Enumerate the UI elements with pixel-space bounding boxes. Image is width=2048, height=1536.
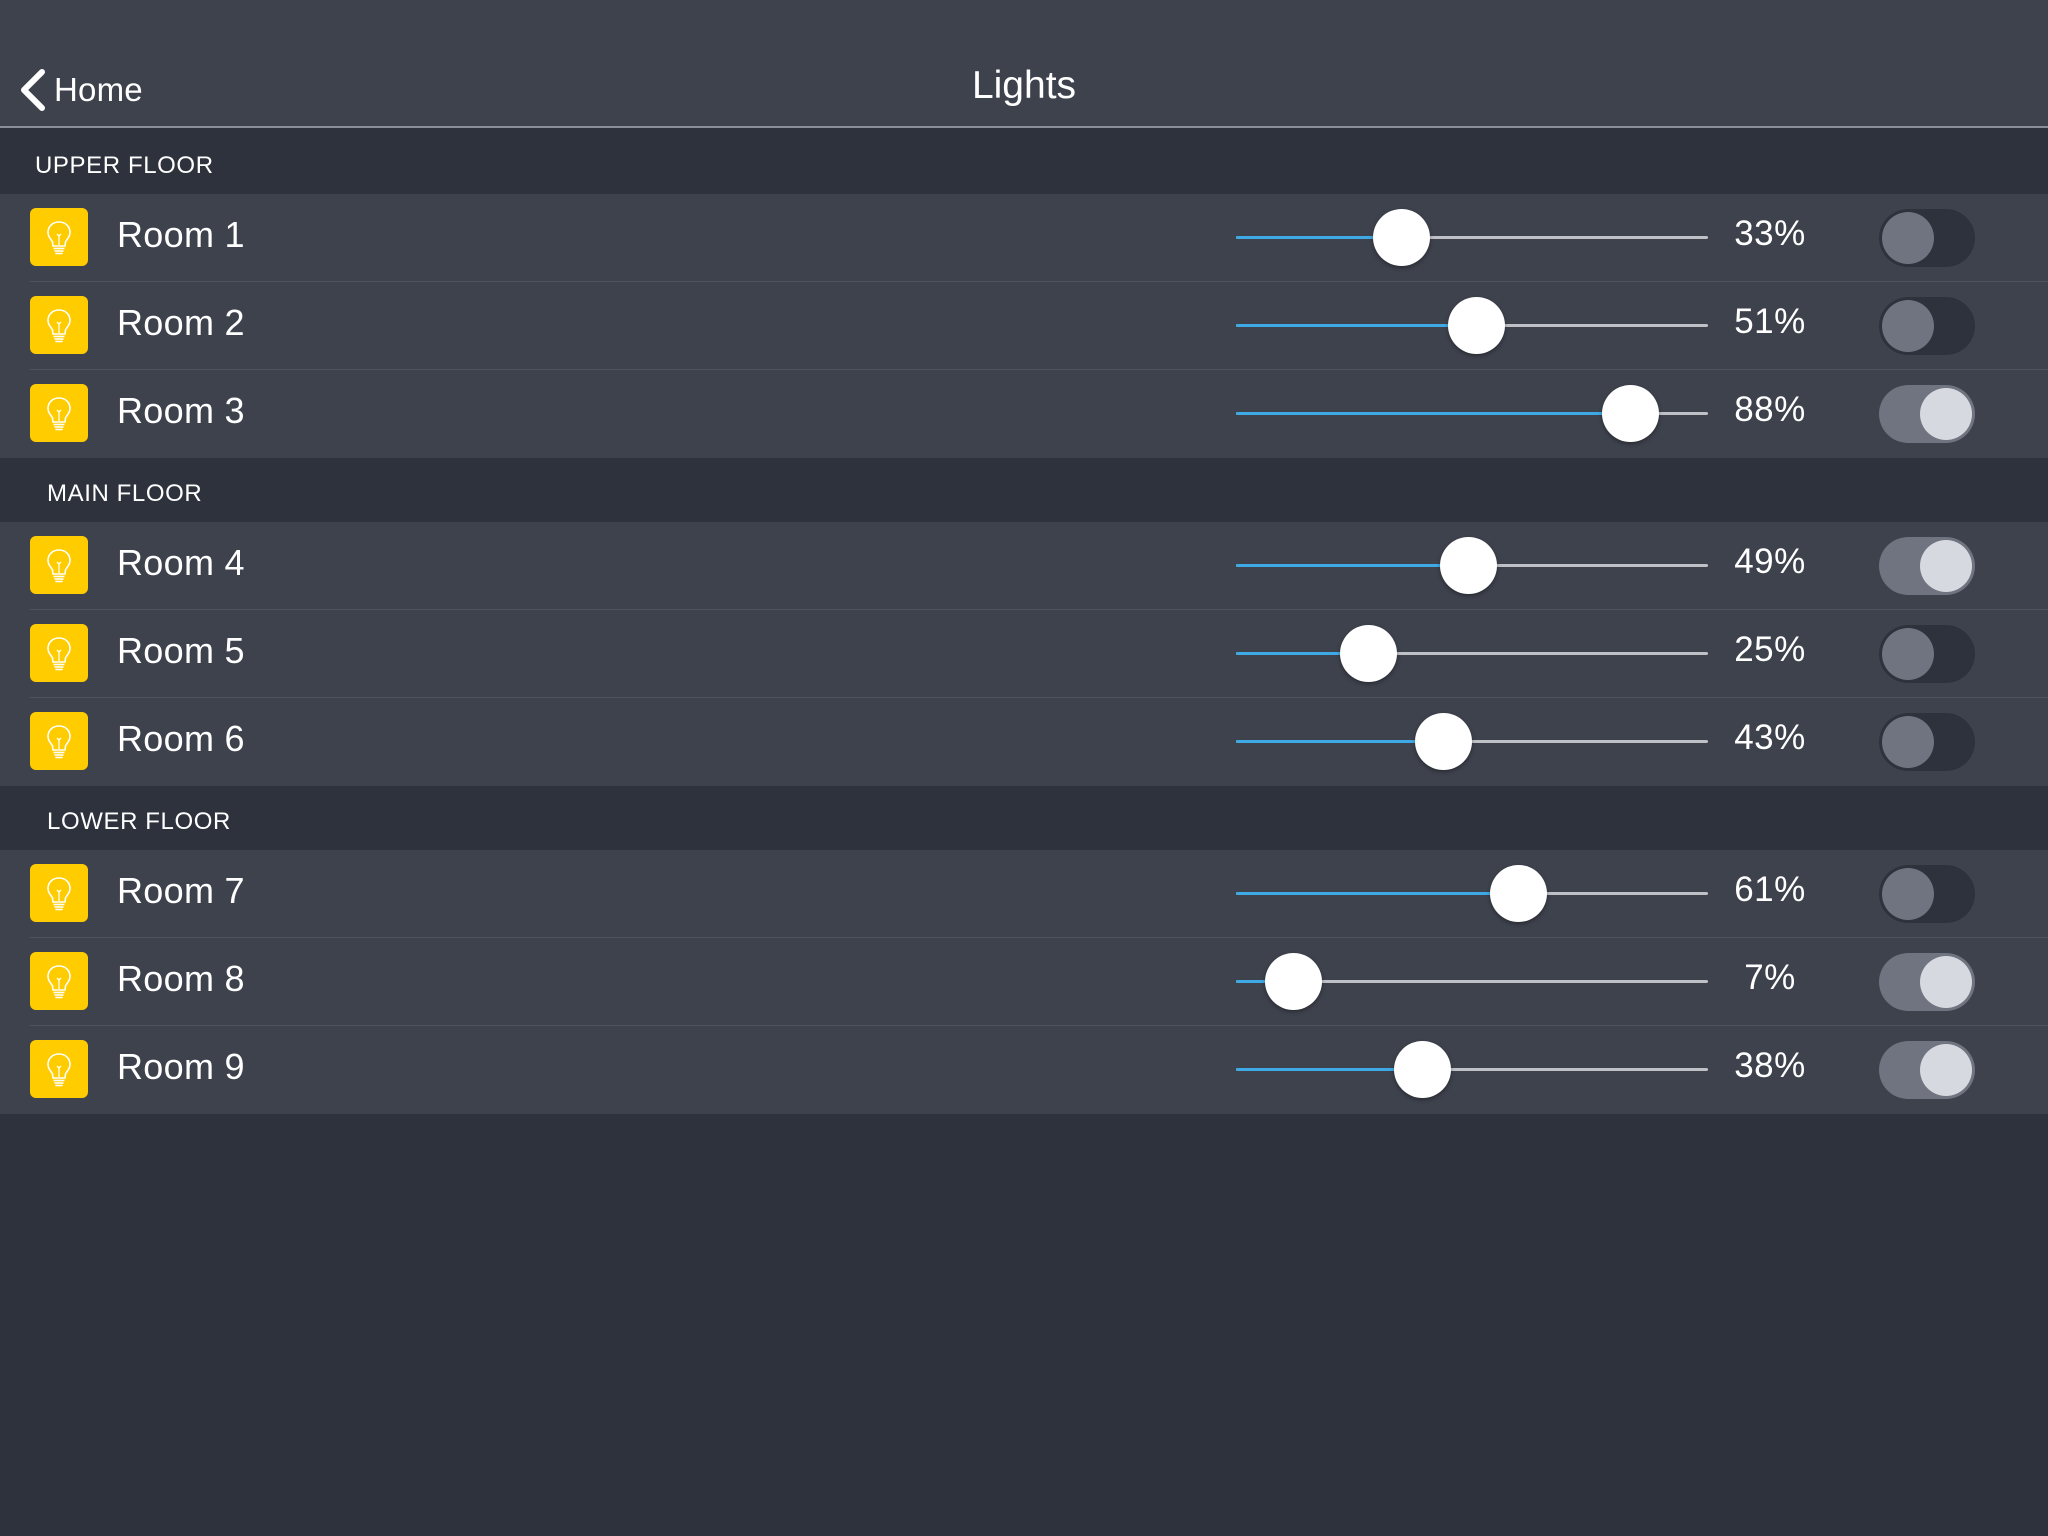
lightbulb-glyph: [47, 221, 71, 255]
brightness-slider[interactable]: [1236, 1040, 1708, 1098]
room-group-lower-floor: Room 7 61% Room 8 7% Room 9 38%: [0, 850, 2048, 1114]
power-toggle[interactable]: [1879, 865, 1975, 923]
toggle-knob: [1882, 716, 1934, 768]
lightbulb-icon: [30, 864, 88, 922]
room-row: Room 6 43%: [0, 698, 2048, 786]
slider-fill: [1236, 412, 1631, 415]
lightbulb-glyph: [47, 549, 71, 583]
brightness-percent: 51%: [1734, 302, 1806, 341]
room-row: Room 8 7%: [0, 938, 2048, 1026]
navigation-bar: Home Lights: [0, 0, 2048, 128]
room-row: Room 9 38%: [0, 1026, 2048, 1114]
room-group-main-floor: Room 4 49% Room 5 25% Room 6 43%: [0, 522, 2048, 786]
lightbulb-icon: [30, 1040, 88, 1098]
room-name: Room 2: [117, 302, 245, 343]
toggle-knob: [1920, 1044, 1972, 1096]
power-toggle[interactable]: [1879, 953, 1975, 1011]
slider-thumb[interactable]: [1489, 865, 1547, 922]
slider-fill: [1236, 564, 1468, 567]
room-name: Room 7: [117, 870, 245, 911]
section-label: UPPER FLOOR: [35, 152, 214, 179]
power-toggle[interactable]: [1879, 1041, 1975, 1099]
room-name: Room 5: [117, 630, 245, 671]
slider-fill: [1236, 740, 1443, 743]
lightbulb-glyph: [47, 637, 71, 671]
slider-thumb[interactable]: [1340, 625, 1397, 682]
slider-thumb[interactable]: [1414, 713, 1472, 770]
page-title: Lights: [971, 64, 1077, 107]
brightness-percent: 88%: [1734, 390, 1806, 429]
section-header-upper-floor: UPPER FLOOR: [0, 130, 2048, 194]
slider-fill: [1236, 892, 1518, 895]
toggle-knob: [1882, 868, 1934, 920]
brightness-slider[interactable]: [1236, 384, 1708, 442]
room-row: Room 4 49%: [0, 522, 2048, 610]
brightness-slider[interactable]: [1236, 296, 1708, 354]
brightness-slider[interactable]: [1236, 864, 1708, 922]
power-toggle[interactable]: [1879, 713, 1975, 771]
toggle-knob: [1882, 212, 1934, 264]
section-header-lower-floor: LOWER FLOOR: [0, 786, 2048, 850]
lightbulb-icon: [30, 536, 88, 594]
room-row: Room 3 88%: [0, 370, 2048, 458]
brightness-percent: 49%: [1734, 542, 1806, 581]
brightness-slider[interactable]: [1236, 624, 1708, 682]
lightbulb-glyph: [47, 877, 71, 911]
lightbulb-icon: [30, 712, 88, 770]
lightbulb-icon: [30, 208, 88, 266]
room-group-upper-floor: Room 1 33% Room 2 51% Room 3 88%: [0, 194, 2048, 458]
brightness-slider[interactable]: [1236, 712, 1708, 770]
power-toggle[interactable]: [1879, 537, 1975, 595]
power-toggle[interactable]: [1879, 385, 1975, 443]
brightness-slider[interactable]: [1236, 952, 1708, 1010]
power-toggle[interactable]: [1879, 297, 1975, 355]
brightness-percent: 33%: [1734, 214, 1806, 253]
room-name: Room 8: [117, 958, 245, 999]
brightness-slider[interactable]: [1236, 208, 1708, 266]
slider-thumb[interactable]: [1439, 537, 1497, 594]
brightness-percent: 38%: [1734, 1046, 1806, 1085]
section-label: LOWER FLOOR: [47, 808, 231, 835]
brightness-percent: 43%: [1734, 718, 1806, 757]
brightness-percent: 7%: [1744, 958, 1796, 997]
section-header-main-floor: MAIN FLOOR: [0, 458, 2048, 522]
toggle-knob: [1882, 300, 1934, 352]
lightbulb-glyph: [47, 1053, 71, 1087]
toggle-knob: [1920, 388, 1972, 440]
room-name: Room 9: [117, 1046, 245, 1087]
room-row: Room 1 33%: [0, 194, 2048, 282]
lightbulb-icon: [30, 952, 88, 1010]
lightbulb-glyph: [47, 725, 71, 759]
lightbulb-glyph: [47, 309, 71, 343]
room-row: Room 5 25%: [0, 610, 2048, 698]
room-row: Room 2 51%: [0, 282, 2048, 370]
brightness-percent: 25%: [1734, 630, 1806, 669]
power-toggle[interactable]: [1879, 625, 1975, 683]
brightness-percent: 61%: [1734, 870, 1806, 909]
slider-thumb[interactable]: [1394, 1041, 1452, 1098]
slider-thumb[interactable]: [1602, 385, 1660, 442]
toggle-knob: [1920, 540, 1972, 592]
lightbulb-icon: [30, 624, 88, 682]
lightbulb-icon: [30, 296, 88, 354]
lightbulb-icon: [30, 384, 88, 442]
room-name: Room 1: [117, 214, 245, 255]
brightness-slider[interactable]: [1236, 536, 1708, 594]
toggle-knob: [1882, 628, 1934, 680]
lightbulb-glyph: [47, 965, 71, 999]
room-row: Room 7 61%: [0, 850, 2048, 938]
room-name: Room 3: [117, 390, 245, 431]
room-name: Room 6: [117, 718, 245, 759]
slider-thumb[interactable]: [1448, 297, 1506, 354]
toggle-knob: [1920, 956, 1972, 1008]
power-toggle[interactable]: [1879, 209, 1975, 267]
room-name: Room 4: [117, 542, 245, 583]
slider-thumb[interactable]: [1373, 209, 1431, 266]
lightbulb-glyph: [47, 397, 71, 431]
slider-fill: [1236, 324, 1477, 327]
slider-thumb[interactable]: [1265, 953, 1323, 1010]
section-label: MAIN FLOOR: [47, 480, 203, 507]
